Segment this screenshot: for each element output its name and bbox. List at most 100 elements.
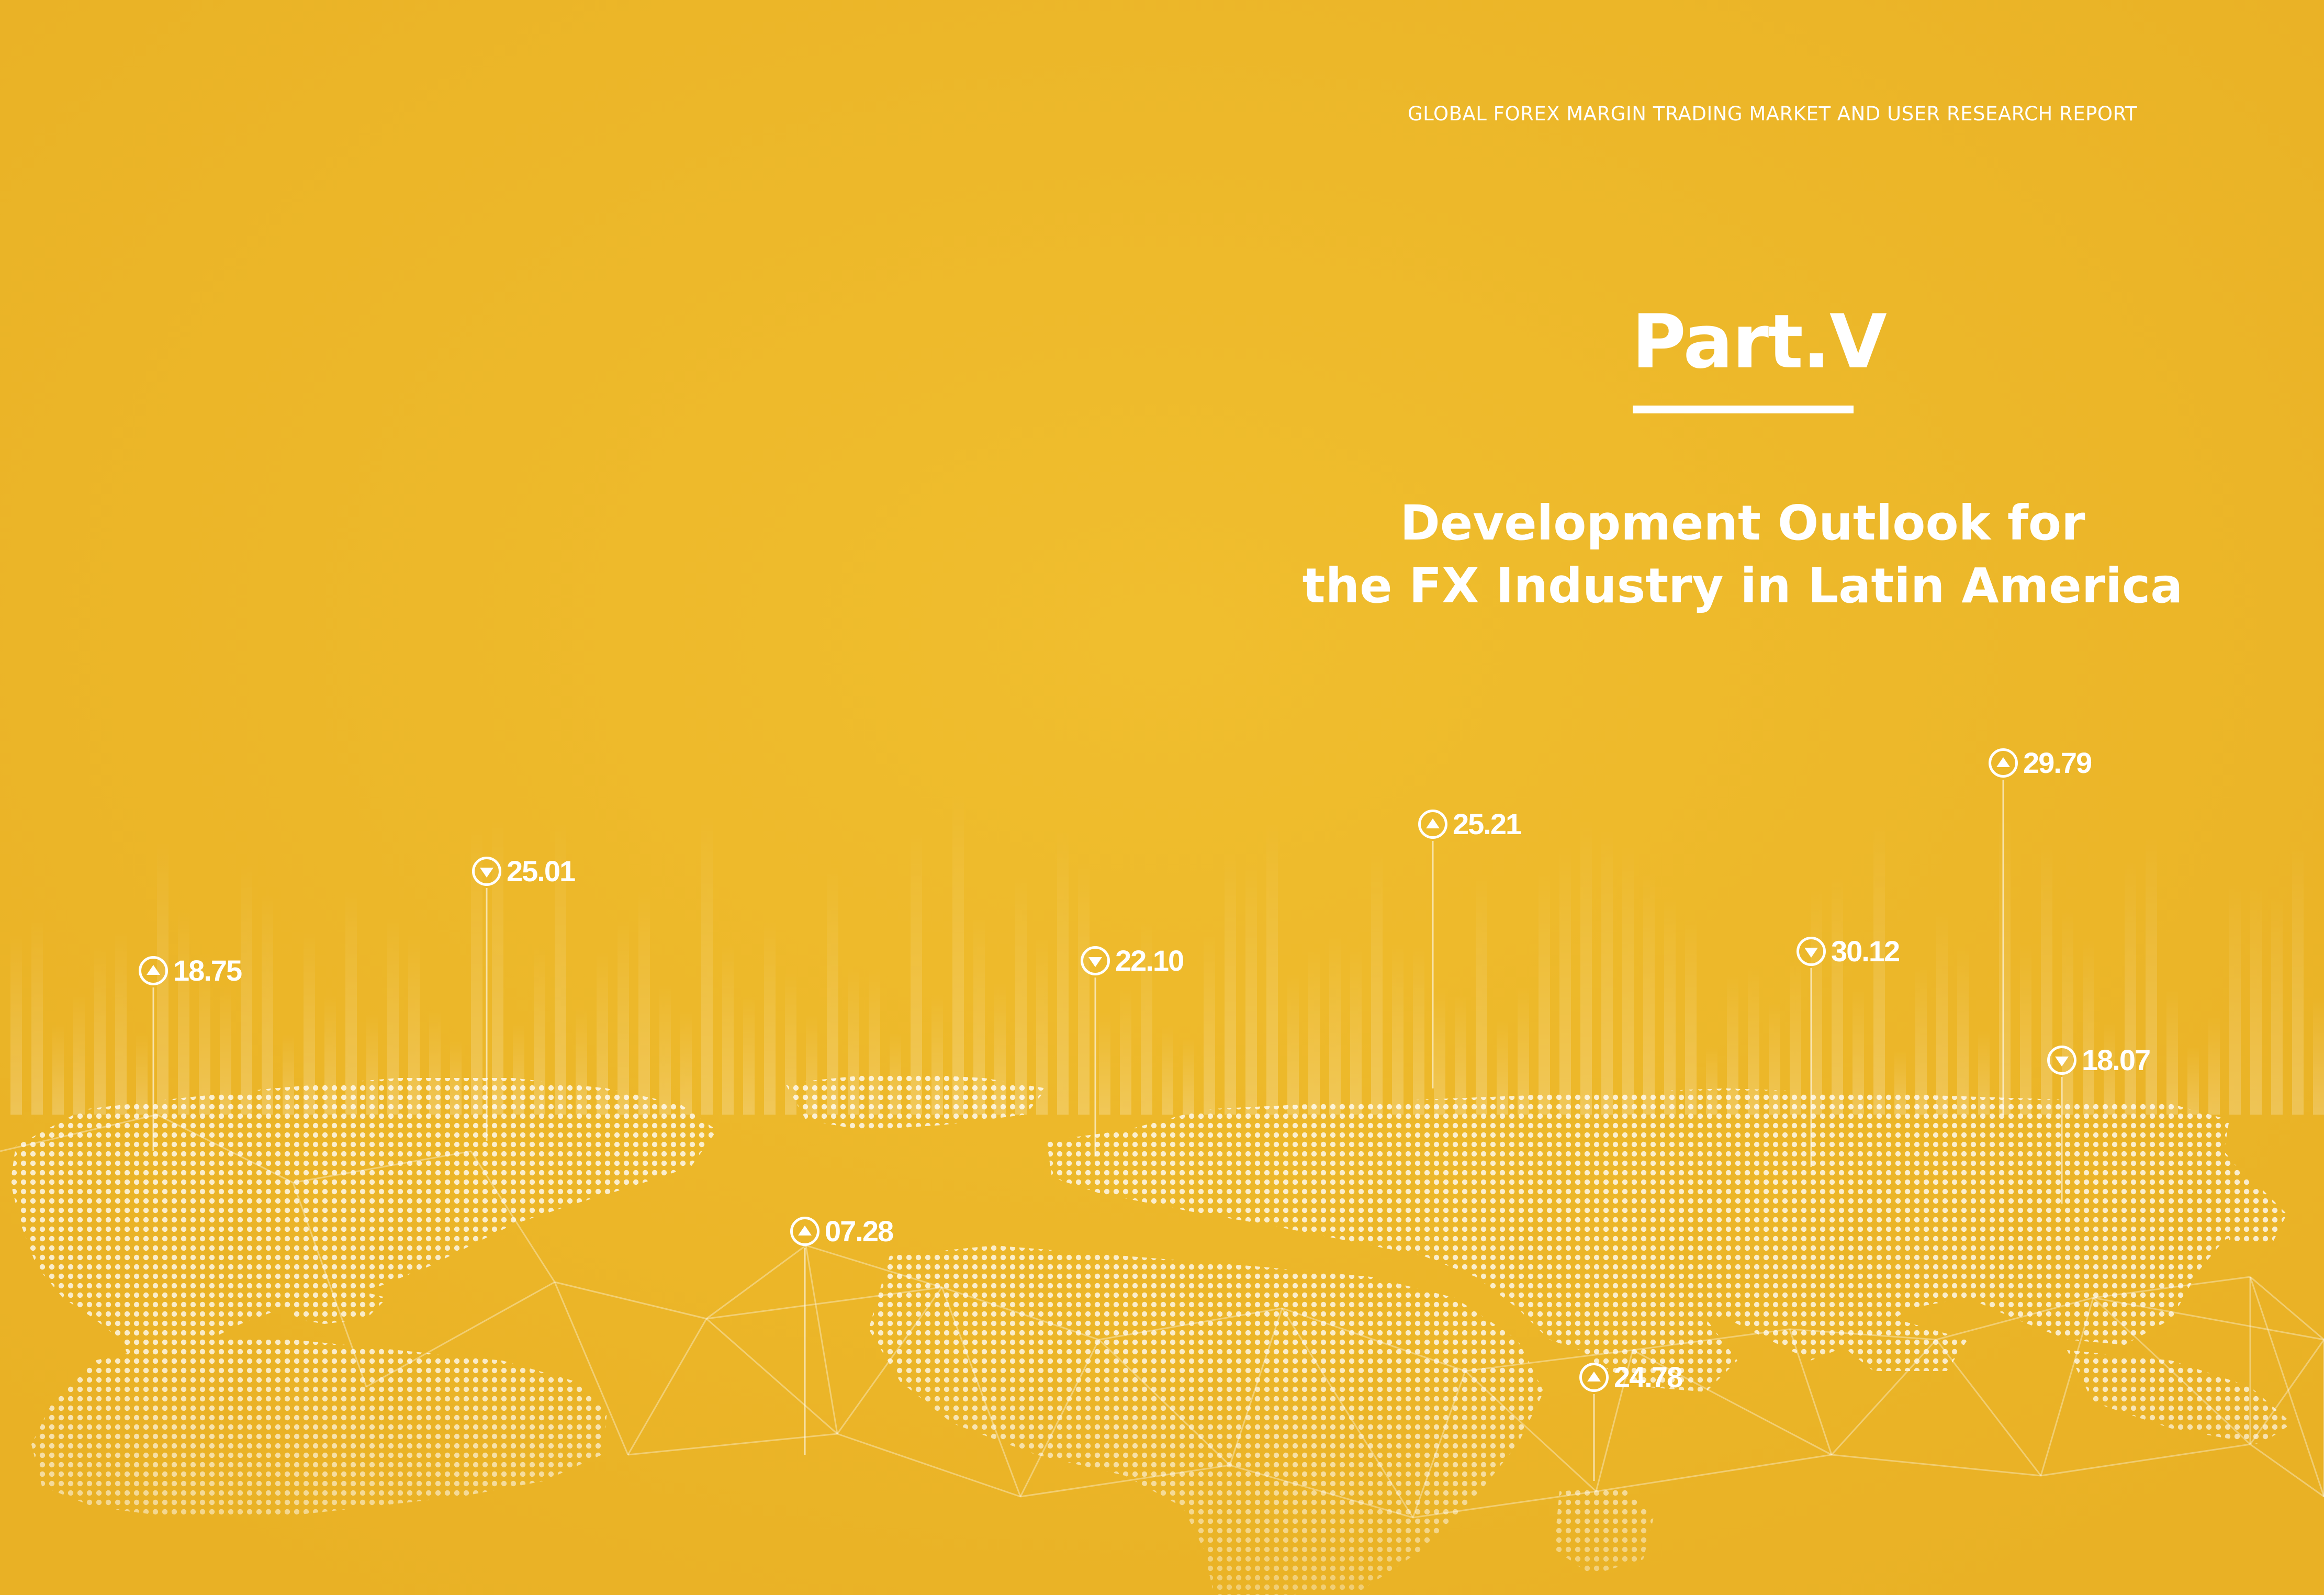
section-title: Development Outlook for the FX Industry …	[1219, 492, 2266, 617]
background-bar	[31, 917, 43, 1115]
background-bar	[1225, 852, 1236, 1115]
background-bar	[1392, 943, 1404, 1115]
background-bar	[1015, 875, 1027, 1115]
map-marker-value: 18.07	[2082, 1043, 2151, 1076]
arrow-up-circle-icon	[1989, 748, 2018, 778]
map-marker-3: 07.28	[790, 1215, 894, 1248]
background-bar	[1099, 1012, 1110, 1115]
background-bar	[952, 792, 964, 1115]
arrow-up-circle-icon	[790, 1217, 819, 1246]
dotted-world-map-background	[0, 0, 2324, 1595]
map-marker-4: 22.10	[1081, 944, 1184, 977]
background-bar	[1308, 946, 1320, 1115]
arrow-up-circle-icon	[139, 956, 168, 985]
background-bar	[2229, 881, 2241, 1115]
background-bar	[1873, 822, 1885, 1115]
background-bar	[2208, 1014, 2220, 1115]
background-bar	[1664, 897, 1676, 1115]
background-bar	[52, 1024, 64, 1115]
arrow-up-circle-icon	[1418, 810, 1447, 839]
background-bar	[241, 863, 252, 1115]
background-bar	[1413, 946, 1424, 1115]
background-bar	[1559, 845, 1571, 1115]
map-marker-value: 25.21	[1453, 807, 1522, 840]
background-bar	[659, 984, 671, 1115]
background-bar	[2271, 893, 2283, 1115]
background-bar	[2250, 884, 2262, 1115]
background-bar	[1622, 845, 1634, 1115]
background-bar	[262, 893, 273, 1115]
background-bar	[73, 993, 85, 1115]
background-bar	[2166, 988, 2178, 1115]
background-bar	[115, 930, 127, 1115]
background-bar	[2125, 861, 2136, 1115]
map-marker-9: 18.07	[2047, 1043, 2151, 1076]
background-bar	[701, 814, 713, 1115]
background-bar	[2020, 942, 2031, 1115]
map-marker-value: 22.10	[1115, 944, 1184, 977]
map-marker-value: 25.01	[507, 855, 576, 888]
background-bar	[178, 909, 189, 1115]
map-marker-1: 18.75	[139, 956, 242, 985]
section-title-line-2: the FX Industry in Latin America	[1302, 558, 2183, 614]
background-bar	[1057, 829, 1069, 1115]
background-bar	[345, 890, 357, 1115]
map-marker-2: 25.01	[472, 855, 576, 888]
background-bar	[1643, 872, 1655, 1115]
arrow-down-circle-icon	[2047, 1046, 2076, 1075]
background-bar	[1371, 850, 1383, 1115]
arrow-down-circle-icon	[472, 857, 501, 886]
background-bar	[618, 919, 629, 1115]
background-bar	[1120, 986, 1131, 1115]
background-bar	[911, 828, 922, 1115]
background-bar	[1245, 862, 1257, 1115]
report-title: GLOBAL FOREX MARGIN TRADING MARKET AND U…	[1408, 103, 2138, 125]
background-bar	[2313, 996, 2324, 1115]
background-bar	[1957, 946, 1969, 1115]
background-bar	[1266, 822, 1278, 1115]
background-bar	[722, 944, 734, 1115]
arrow-up-circle-icon	[1579, 1363, 1609, 1392]
background-bar	[1204, 931, 1215, 1115]
background-bar	[1811, 886, 1822, 1115]
background-bar	[827, 866, 838, 1115]
background-bar	[1183, 1038, 1194, 1115]
background-bar	[1329, 932, 1341, 1115]
background-bar	[2062, 910, 2073, 1115]
section-title-line-1: Development Outlook for	[1400, 495, 2085, 551]
arrow-down-circle-icon	[1081, 946, 1110, 975]
background-bar	[1287, 973, 1299, 1115]
background-bar	[2292, 842, 2304, 1115]
background-bar	[1936, 911, 1948, 1115]
map-marker-value: 29.79	[2023, 746, 2092, 779]
arrow-down-circle-icon	[1797, 937, 1826, 966]
background-bar	[680, 1010, 692, 1115]
background-bar	[1162, 1025, 1173, 1115]
background-bar	[10, 934, 22, 1115]
background-bar	[1434, 988, 1445, 1115]
background-bar	[743, 996, 755, 1115]
background-bar	[764, 920, 776, 1115]
map-marker-value: 24.78	[1614, 1361, 1683, 1394]
part-title-underline	[1633, 406, 1854, 413]
background-bar	[1350, 946, 1362, 1115]
map-marker-value: 07.28	[825, 1215, 894, 1248]
background-bar	[1580, 818, 1592, 1115]
map-marker-8: 29.79	[1989, 746, 2092, 779]
map-marker-5: 25.21	[1418, 807, 1522, 840]
background-bar	[1685, 918, 1697, 1115]
background-bar	[1455, 995, 1466, 1115]
map-marker-value: 30.12	[1831, 935, 1900, 968]
background-bar	[1999, 813, 2011, 1115]
background-bar	[1832, 874, 1843, 1115]
map-marker-6: 24.78	[1579, 1361, 1683, 1394]
background-bar	[2083, 939, 2094, 1115]
background-bar	[94, 945, 106, 1115]
background-bar	[1915, 965, 1927, 1115]
map-marker-7: 30.12	[1797, 935, 1900, 968]
background-bar	[1476, 873, 1487, 1115]
part-title: Part.V	[1632, 299, 1887, 385]
background-bar	[1601, 828, 1613, 1115]
background-bar	[1539, 867, 1550, 1115]
background-bar	[2187, 1046, 2199, 1115]
